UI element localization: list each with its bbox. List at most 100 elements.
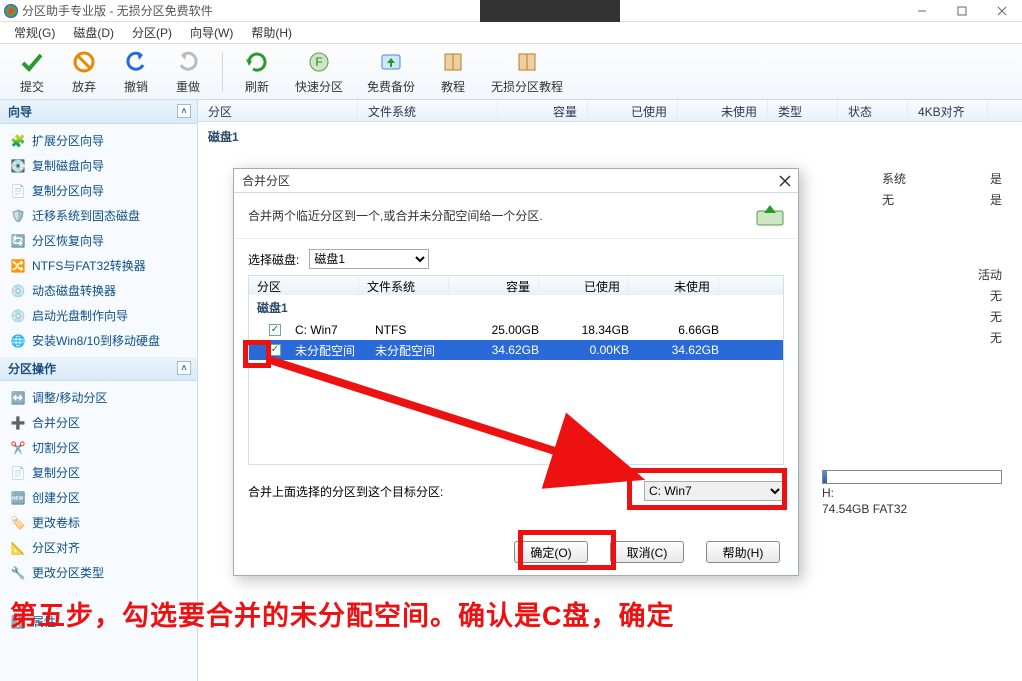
menu-partition[interactable]: 分区(P) [124,22,180,43]
minimize-button[interactable] [902,0,942,22]
sidebar-item[interactable]: 🔄分区恢复向导 [0,228,197,253]
op-icon: ↔️ [10,390,26,406]
dlg-grid: 磁盘1 C: Win7 NTFS 25.00GB 18.34GB 6.66GB … [248,295,784,465]
tool-discard[interactable]: 放弃 [60,46,108,97]
menu-disk[interactable]: 磁盘(D) [65,22,122,43]
select-disk-label: 选择磁盘: [248,251,299,268]
tool-undo[interactable]: 撤销 [112,46,160,97]
wizard-panel-head[interactable]: 向导˄ [0,100,197,124]
wizard-icon: 💿 [10,283,26,299]
row-unalloc[interactable]: 未分配空间 未分配空间 34.62GB 0.00KB 34.62GB [249,340,783,360]
sidebar-item[interactable]: 🏷️更改卷标 [0,510,197,535]
dialog-title: 合并分区 [234,169,798,193]
wizard-panel: 🧩扩展分区向导 💽复制磁盘向导 📄复制分区向导 🛡️迁移系统到固态磁盘 🔄分区恢… [0,124,197,357]
target-label: 合并上面选择的分区到这个目标分区: [248,483,443,500]
refresh-icon [243,48,271,76]
close-button[interactable] [982,0,1022,22]
annotation-box [627,468,787,510]
dialog-close[interactable] [776,172,794,190]
tool-redo[interactable]: 重做 [164,46,212,97]
wizard-icon: 💿 [10,308,26,324]
tool-tutorial[interactable]: 教程 [429,46,477,97]
col-unused[interactable]: 未使用 [678,100,768,121]
col-4kb[interactable]: 4KB对齐 [908,100,988,121]
wizard-icon: 🔄 [10,233,26,249]
sidebar-item[interactable]: 🆕创建分区 [0,485,197,510]
dialog-body: 选择磁盘: 磁盘1 分区 文件系统 容量 已使用 未使用 磁盘1 C: Win7… [234,239,798,501]
toolbar: 提交 放弃 撤销 重做 刷新 F快速分区 免费备份 教程 无损分区教程 [0,44,1022,100]
col-partition[interactable]: 分区 [198,100,358,121]
undo-icon [122,48,150,76]
bar-label: H: [822,486,1002,500]
ops-panel-head[interactable]: 分区操作˄ [0,357,197,381]
svg-text:F: F [315,55,322,69]
commit-icon [18,48,46,76]
redo-icon [174,48,202,76]
book2-icon [513,48,541,76]
menubar: 常规(G) 磁盘(D) 分区(P) 向导(W) 帮助(H) [0,22,1022,44]
menu-wizard[interactable]: 向导(W) [182,22,241,43]
usage-bar [822,470,1002,484]
op-icon: ✂️ [10,440,26,456]
tool-quick[interactable]: F快速分区 [285,46,353,97]
select-disk-row: 选择磁盘: 磁盘1 [248,249,784,269]
quick-icon: F [305,48,333,76]
sidebar-item[interactable]: 💿动态磁盘转换器 [0,278,197,303]
right-info: 系统是 无是 活动 无 无 无 [882,170,1002,350]
sidebar-item[interactable]: 🌐安装Win8/10到移动硬盘 [0,328,197,353]
grid-header: 分区 文件系统 容量 已使用 未使用 类型 状态 4KB对齐 [198,100,1022,122]
book-icon [439,48,467,76]
col-cap[interactable]: 容量 [498,100,588,121]
sidebar-item[interactable]: 💽复制磁盘向导 [0,153,197,178]
discard-icon [70,48,98,76]
cancel-button[interactable]: 取消(C) [610,541,684,563]
op-icon: ➕ [10,415,26,431]
row-cwin7[interactable]: C: Win7 NTFS 25.00GB 18.34GB 6.66GB [249,320,783,340]
tool-backup[interactable]: 免费备份 [357,46,425,97]
merge-icon [754,201,786,233]
chevron-up-icon: ˄ [177,104,191,118]
sidebar-item[interactable]: 📄复制分区 [0,460,197,485]
dark-strip [480,0,620,22]
window-controls [902,0,1022,22]
op-icon: 📐 [10,540,26,556]
titlebar: 分区助手专业版 - 无损分区免费软件 [0,0,1022,22]
sidebar-item[interactable]: 💿启动光盘制作向导 [0,303,197,328]
op-icon: 🏷️ [10,515,26,531]
tool-lossless[interactable]: 无损分区教程 [481,46,573,97]
app-icon [4,4,18,18]
sidebar-item[interactable]: 📐分区对齐 [0,535,197,560]
usage-fill [823,471,827,483]
wizard-icon: 🛡️ [10,208,26,224]
wizard-icon: 📄 [10,183,26,199]
sidebar-item[interactable]: ✂️切割分区 [0,435,197,460]
help-button[interactable]: 帮助(H) [706,541,780,563]
sidebar-item[interactable]: ➕合并分区 [0,410,197,435]
sidebar-item[interactable]: ↔️调整/移动分区 [0,385,197,410]
tool-refresh[interactable]: 刷新 [233,46,281,97]
menu-general[interactable]: 常规(G) [6,22,63,43]
col-fs[interactable]: 文件系统 [358,100,498,121]
checkbox[interactable] [269,324,281,336]
wizard-icon: 🔀 [10,258,26,274]
bar-sub: 74.54GB FAT32 [822,502,1002,516]
sidebar-item[interactable]: 🛡️迁移系统到固态磁盘 [0,203,197,228]
tool-commit[interactable]: 提交 [8,46,56,97]
op-icon: 📄 [10,465,26,481]
op-icon: 🔧 [10,565,26,581]
sidebar-item[interactable]: 📄复制分区向导 [0,178,197,203]
wizard-icon: 💽 [10,158,26,174]
select-disk[interactable]: 磁盘1 [309,249,429,269]
toolbar-sep [222,52,223,92]
maximize-button[interactable] [942,0,982,22]
bottom-caption: 第五步，勾选要合并的未分配空间。确认是C盘，确定 [10,594,1012,633]
chevron-up-icon: ˄ [177,361,191,375]
col-type[interactable]: 类型 [768,100,838,121]
sidebar-item[interactable]: 🧩扩展分区向导 [0,128,197,153]
sidebar-item[interactable]: 🔀NTFS与FAT32转换器 [0,253,197,278]
col-used[interactable]: 已使用 [588,100,678,121]
menu-help[interactable]: 帮助(H) [243,22,300,43]
merge-dialog: 合并分区 合并两个临近分区到一个,或合并未分配空间给一个分区. 选择磁盘: 磁盘… [233,168,799,576]
col-status[interactable]: 状态 [838,100,908,121]
sidebar-item[interactable]: 🔧更改分区类型 [0,560,197,585]
